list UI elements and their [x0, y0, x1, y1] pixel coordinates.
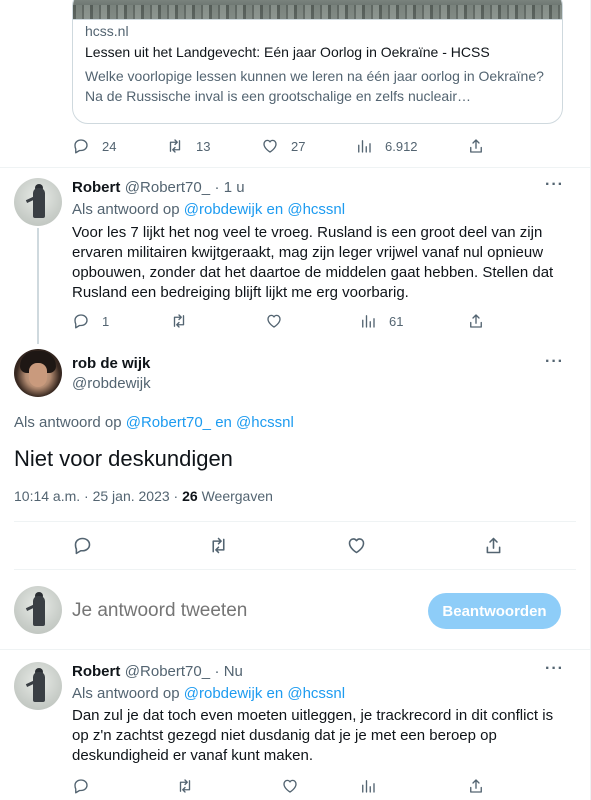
- avatar[interactable]: [14, 349, 62, 397]
- tweet-header: Robert @Robert70_ · Nu: [72, 663, 243, 681]
- share-icon: [470, 779, 482, 793]
- reply-button[interactable]: [72, 534, 93, 556]
- views-button[interactable]: 6.912: [355, 136, 418, 156]
- share-icon: [470, 139, 482, 153]
- retweet-button[interactable]: [176, 776, 194, 796]
- retweet-button[interactable]: 13: [166, 136, 210, 156]
- user-name[interactable]: Robert: [72, 179, 120, 196]
- retweet-count: 13: [196, 138, 211, 154]
- more-icon[interactable]: ···: [545, 176, 564, 194]
- thread-line: [37, 228, 39, 344]
- retweet-icon: [179, 779, 191, 793]
- like-icon: [263, 139, 277, 153]
- share-icon: [486, 537, 501, 553]
- like-count: 27: [291, 138, 306, 154]
- tweet-time[interactable]: · Nu: [215, 663, 243, 680]
- tweet-header: Robert @Robert70_ · 1 u: [72, 179, 245, 197]
- reply-context: Als antwoord op @robdewijk en @hcssnl: [72, 201, 345, 218]
- main-tweet-text: Niet voor deskundigen: [14, 446, 233, 471]
- reply-count: 1: [102, 313, 110, 329]
- avatar[interactable]: [14, 178, 62, 226]
- reply-icon: [74, 139, 88, 154]
- like-icon: [283, 779, 297, 793]
- user-handle[interactable]: @Robert70_: [125, 663, 210, 680]
- user-handle[interactable]: @Robert70_: [125, 179, 210, 196]
- divider: [0, 167, 590, 168]
- tweet-time[interactable]: · 1 u: [215, 179, 245, 196]
- reply-submit-button[interactable]: Beantwoorden: [428, 593, 561, 629]
- retweet-button[interactable]: [170, 311, 188, 331]
- reply-button[interactable]: 1: [72, 311, 109, 331]
- tweet-actions: 1 61: [72, 311, 492, 331]
- like-button[interactable]: 27: [261, 136, 305, 156]
- retweet-icon: [212, 537, 225, 553]
- divider: [0, 649, 590, 650]
- link-card-domain: hcss.nl: [85, 23, 129, 39]
- divider: [14, 569, 576, 570]
- tweet-text: Dan zul je dat toch even moeten uitlegge…: [72, 707, 554, 764]
- reply-prefix: Als antwoord op: [72, 201, 180, 218]
- more-icon[interactable]: ···: [545, 353, 564, 371]
- views-icon: [358, 140, 371, 153]
- link-card-description: Welke voorlopige lessen kunnen we leren …: [85, 68, 544, 104]
- reply-context: Als antwoord op @Robert70_ en @hcssnl: [14, 414, 294, 431]
- avatar[interactable]: [14, 662, 62, 710]
- share-button[interactable]: [467, 311, 485, 331]
- avatar: [14, 586, 62, 634]
- views-label: Weergaven: [201, 488, 273, 504]
- reply-icon: [74, 537, 91, 554]
- share-button[interactable]: [483, 534, 504, 556]
- reply-users-link[interactable]: @Robert70_ en @hcssnl: [126, 414, 294, 431]
- views-count: 6.912: [385, 138, 418, 154]
- user-handle[interactable]: @robdewijk: [72, 375, 151, 392]
- reply-button[interactable]: 24: [72, 136, 116, 156]
- user-name[interactable]: rob de wijk: [72, 355, 150, 372]
- like-icon: [348, 537, 365, 553]
- reply-prefix: Als antwoord op: [14, 414, 122, 431]
- tweet-actions: [72, 776, 492, 796]
- share-button[interactable]: [467, 136, 485, 156]
- retweet-icon: [169, 139, 181, 153]
- reply-button[interactable]: [72, 776, 90, 796]
- tweet-actions: 24 13 27 6.912: [72, 136, 492, 156]
- link-card[interactable]: hcss.nl Lessen uit het Landgevecht: Eén …: [72, 0, 563, 124]
- views-button[interactable]: [359, 776, 377, 796]
- reply-icon: [74, 779, 88, 794]
- more-icon[interactable]: ···: [545, 660, 564, 678]
- tweet-timestamp[interactable]: 10:14 a.m. · 25 jan. 2023 ·: [14, 488, 178, 504]
- main-tweet-actions: [72, 534, 502, 556]
- user-name[interactable]: Robert: [72, 663, 120, 680]
- views-count: 61: [389, 313, 404, 329]
- tweet-text: Voor les 7 lijkt het nog veel te vroeg. …: [72, 224, 554, 301]
- share-icon: [470, 314, 482, 328]
- reply-prefix: Als antwoord op: [72, 685, 180, 702]
- views-icon: [362, 315, 375, 328]
- retweet-icon: [173, 314, 185, 328]
- views-button[interactable]: 61: [359, 311, 403, 331]
- share-button[interactable]: [467, 776, 485, 796]
- like-button[interactable]: [281, 776, 299, 796]
- reply-context: Als antwoord op @robdewijk en @hcssnl: [72, 685, 345, 702]
- link-card-title: Lessen uit het Landgevecht: Eén jaar Oor…: [85, 44, 490, 60]
- reply-count: 24: [102, 138, 117, 154]
- reply-icon: [74, 314, 88, 329]
- reply-input[interactable]: [72, 597, 412, 625]
- views-icon: [362, 780, 375, 793]
- like-icon: [267, 314, 281, 328]
- like-button[interactable]: [346, 534, 367, 556]
- divider: [14, 521, 576, 522]
- retweet-button[interactable]: [208, 534, 229, 556]
- tweet-meta: 10:14 a.m. · 25 jan. 2023 · 26 Weergaven: [14, 488, 273, 504]
- reply-users-link[interactable]: @robdewijk en @hcssnl: [184, 201, 345, 218]
- reply-users-link[interactable]: @robdewijk en @hcssnl: [184, 685, 345, 702]
- link-card-image: [73, 0, 562, 19]
- like-button[interactable]: [265, 311, 283, 331]
- views-count: 26: [182, 488, 198, 504]
